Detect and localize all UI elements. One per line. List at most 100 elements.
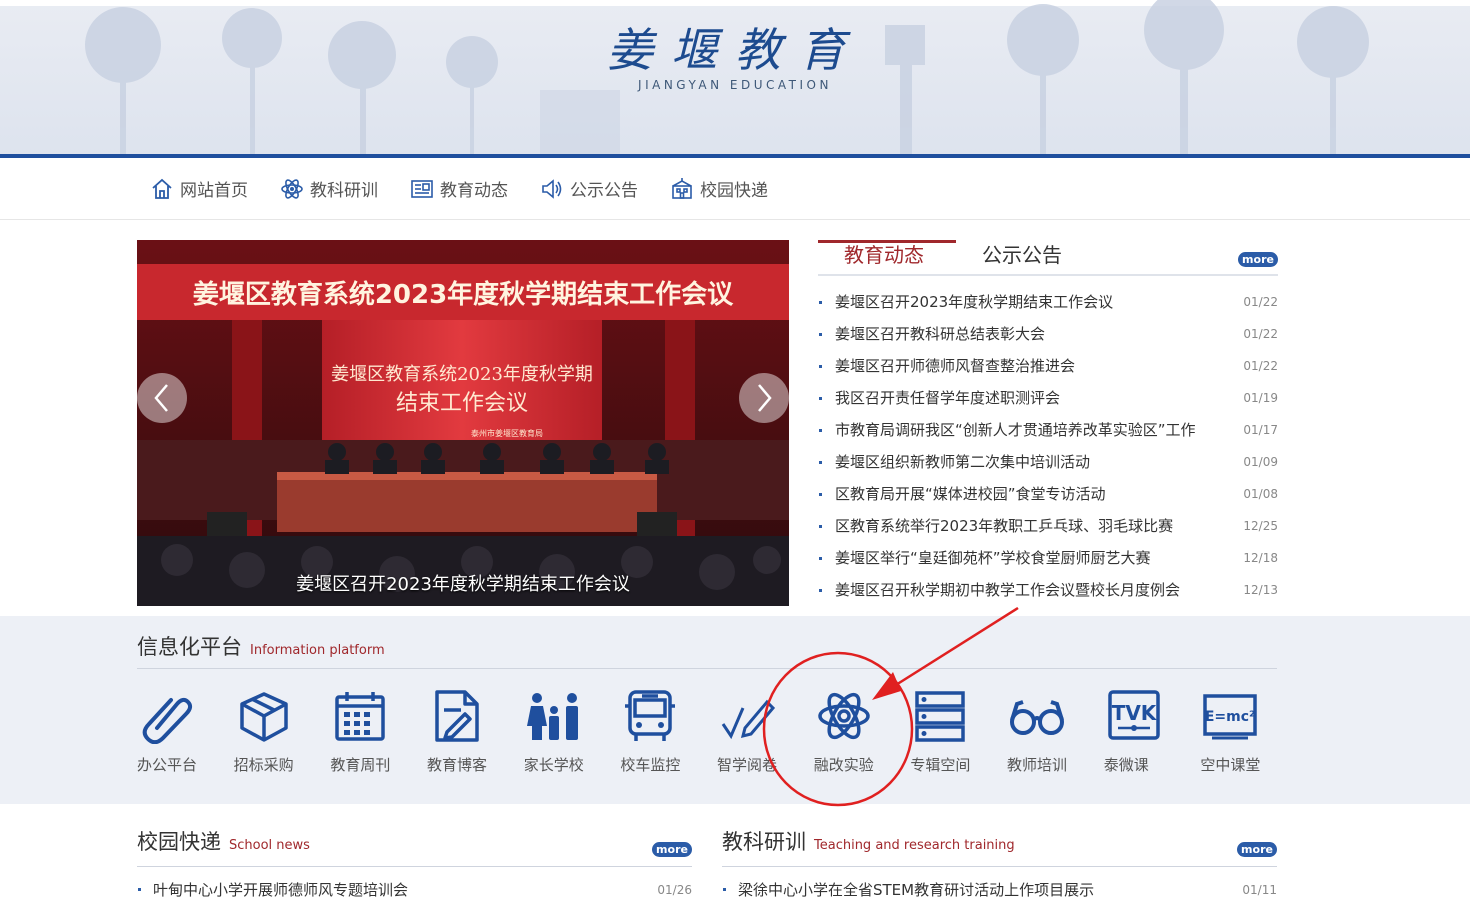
tab-edu-news[interactable]: 教育动态 xyxy=(844,240,924,276)
nav-item-campus[interactable]: 校园快递 xyxy=(670,176,768,201)
research-section: 教科研训 Teaching and research training more … xyxy=(722,826,1277,899)
list-item[interactable]: 梁徐中心小学在全省STEM教育研讨活动上作项目展示 01/11 xyxy=(722,876,1277,904)
list-item-title: 姜堰区举行“皇廷御苑杯”学校食堂厨师厨艺大赛 xyxy=(835,549,1151,567)
platform-item-bidding[interactable]: 招标采购 xyxy=(234,686,331,775)
list-item[interactable]: 姜堰区召开秋学期初中教学工作会议暨校长月度例会 12/13 xyxy=(818,574,1278,606)
section-title-text: 信息化平台 xyxy=(137,635,242,659)
tvk-logo-icon: TVK xyxy=(1107,690,1160,740)
list-item-date: 12/25 xyxy=(1243,519,1278,533)
slide-screen-line2: 结束工作会议 xyxy=(396,391,528,416)
list-item-date: 01/26 xyxy=(657,883,692,897)
platform-item-school-bus[interactable]: 校车监控 xyxy=(620,686,717,775)
nav-item-research[interactable]: 教科研训 xyxy=(280,176,378,201)
list-item-date: 12/18 xyxy=(1243,551,1278,565)
section-title-en: Teaching and research training xyxy=(814,838,1015,853)
campus-more-button[interactable]: more xyxy=(652,842,692,857)
platform-item-label: 教师培训 xyxy=(1007,756,1068,774)
research-more-button[interactable]: more xyxy=(1237,842,1277,857)
atom-icon xyxy=(281,178,303,199)
list-item-date: 01/19 xyxy=(1243,391,1278,405)
list-item[interactable]: 姜堰区组织新教师第二次集中培训活动 01/09 xyxy=(818,446,1278,478)
platform-item-parent-school[interactable]: 家长学校 xyxy=(524,686,621,775)
news-list: 姜堰区召开2023年度秋学期结束工作会议 01/22 姜堰区召开教科研总结表彰大会 0… xyxy=(818,286,1278,606)
platform-item-label: 家长学校 xyxy=(523,756,584,774)
slide-screen-small: 泰州市姜堰区教育局 xyxy=(471,428,543,438)
section-title-en: School news xyxy=(229,838,310,853)
chevron-left-icon xyxy=(154,384,168,412)
platform-item-tai-micro-class[interactable]: TVK 泰微课 xyxy=(1104,686,1201,775)
list-item-title: 市教育局调研我区“创新人才贯通培养改革实验区”工作 xyxy=(835,421,1196,439)
list-item-title: 区教育局开展“媒体进校园”食堂专访活动 xyxy=(835,485,1106,503)
nav-item-home[interactable]: 网站首页 xyxy=(150,176,248,201)
platform-item-label: 办公平台 xyxy=(137,756,198,774)
campus-news-list: 叶甸中心小学开展师德师风专题培训会 01/26 xyxy=(137,876,692,904)
news-more-button[interactable]: more xyxy=(1238,252,1278,267)
platform-item-air-classroom[interactable]: E=mc² 空中课堂 xyxy=(1200,686,1297,775)
slide-caption[interactable]: 姜堰区召开2023年度秋学期结束工作会议 xyxy=(137,570,789,596)
list-item[interactable]: 姜堰区举行“皇廷御苑杯”学校食堂厨师厨艺大赛 12/18 xyxy=(818,542,1278,574)
nav-item-label: 教科研训 xyxy=(310,181,378,201)
slide-screen-line1: 姜堰区教育系统2023年度秋学期 xyxy=(331,364,593,385)
list-item[interactable]: 我区召开责任督学年度述职测评会 01/19 xyxy=(818,382,1278,414)
slide-next-button[interactable] xyxy=(739,373,789,423)
slide-prev-button[interactable] xyxy=(137,373,187,423)
nav-item-label: 校园快递 xyxy=(700,181,768,201)
platform-item-label: 泰微课 xyxy=(1103,756,1149,774)
platform-item-album-space[interactable]: 专辑空间 xyxy=(910,686,1007,775)
list-item[interactable]: 市教育局调研我区“创新人才贯通培养改革实验区”工作 01/17 xyxy=(818,414,1278,446)
list-item[interactable]: 姜堰区召开师德师风督查整治推进会 01/22 xyxy=(818,350,1278,382)
list-item-date: 12/13 xyxy=(1243,583,1278,597)
platform-item-teacher-training[interactable]: 教师培训 xyxy=(1007,686,1104,775)
slide-photo: 姜堰区教育系统2023年度秋学期结束工作会议 姜堰区教育系统2023年度秋学期 … xyxy=(137,240,789,606)
news-slideshow[interactable]: 姜堰区教育系统2023年度秋学期结束工作会议 姜堰区教育系统2023年度秋学期 … xyxy=(137,240,789,606)
list-item-title: 姜堰区组织新教师第二次集中培训活动 xyxy=(835,453,1091,471)
list-item-title: 叶甸中心小学开展师德师风专题培训会 xyxy=(153,881,409,899)
atom-icon xyxy=(817,692,870,740)
list-item[interactable]: 姜堰区召开2023年度秋学期结束工作会议 01/22 xyxy=(818,286,1278,318)
news-panel: 教育动态 公示公告 more 姜堰区召开2023年度秋学期结束工作会议 01/22… xyxy=(818,240,1278,610)
glasses-icon xyxy=(1010,700,1065,735)
list-item-date: 01/08 xyxy=(1243,487,1278,501)
nav-item-edu-news[interactable]: 教育动态 xyxy=(410,176,508,201)
list-item-title: 梁徐中心小学在全省STEM教育研讨活动上作项目展示 xyxy=(738,881,1095,899)
list-item-title: 区教育系统举行2023年教职工乒乓球、羽毛球比赛 xyxy=(835,517,1174,535)
nav-item-notices[interactable]: 公示公告 xyxy=(540,176,638,201)
list-item[interactable]: 区教育系统举行2023年教职工乒乓球、羽毛球比赛 12/25 xyxy=(818,510,1278,542)
paperclip-icon xyxy=(142,697,193,744)
list-item-title: 我区召开责任督学年度述职测评会 xyxy=(835,389,1061,407)
list-item-date: 01/09 xyxy=(1243,455,1278,469)
family-icon xyxy=(526,693,578,740)
list-item[interactable]: 叶甸中心小学开展师德师风专题培训会 01/26 xyxy=(137,876,692,904)
platform-item-smart-grading[interactable]: 智学阅卷 xyxy=(717,686,814,775)
main-navigation: 网站首页 教科研训 教育动态 公示公告 校园快递 xyxy=(0,158,1470,220)
platform-item-weekly[interactable]: 教育周刊 xyxy=(330,686,427,775)
platform-item-label: 融改实验 xyxy=(813,756,874,774)
header-banner: 姜堰教育 JIANGYAN EDUCATION xyxy=(0,0,1470,158)
active-tab-indicator xyxy=(818,240,956,243)
platform-item-label: 空中课堂 xyxy=(1200,756,1261,774)
section-title-text: 教科研训 xyxy=(722,830,806,854)
site-logo-title[interactable]: 姜堰教育 xyxy=(0,14,1470,80)
list-item-date: 01/22 xyxy=(1243,327,1278,341)
list-item-date: 01/11 xyxy=(1242,883,1277,897)
platform-item-office[interactable]: 办公平台 xyxy=(137,686,234,775)
slide-banner-text: 姜堰区教育系统2023年度秋学期结束工作会议 xyxy=(193,279,734,310)
section-divider xyxy=(722,866,1277,867)
speaker-icon xyxy=(542,178,562,199)
school-building-icon xyxy=(672,177,692,199)
list-item[interactable]: 区教育局开展“媒体进校园”食堂专访活动 01/08 xyxy=(818,478,1278,510)
platform-item-reform-lab[interactable]: 融改实验 xyxy=(814,686,911,775)
tab-notices[interactable]: 公示公告 xyxy=(982,240,1062,276)
bus-icon xyxy=(625,690,676,741)
research-news-list: 梁徐中心小学在全省STEM教育研讨活动上作项目展示 01/11 xyxy=(722,876,1277,904)
list-item-title: 姜堰区召开教科研总结表彰大会 xyxy=(835,325,1046,343)
list-item[interactable]: 姜堰区召开教科研总结表彰大会 01/22 xyxy=(818,318,1278,350)
platform-item-label: 教育博客 xyxy=(427,756,488,774)
tvk-logo-text: TVK xyxy=(1111,701,1157,725)
check-pen-icon xyxy=(721,699,776,740)
section-title: 信息化平台 Information platform xyxy=(137,631,385,661)
section-title: 校园快递 School news xyxy=(137,826,692,856)
list-item-date: 01/22 xyxy=(1243,295,1278,309)
chevron-right-icon xyxy=(758,384,772,412)
platform-item-blog[interactable]: 教育博客 xyxy=(427,686,524,775)
